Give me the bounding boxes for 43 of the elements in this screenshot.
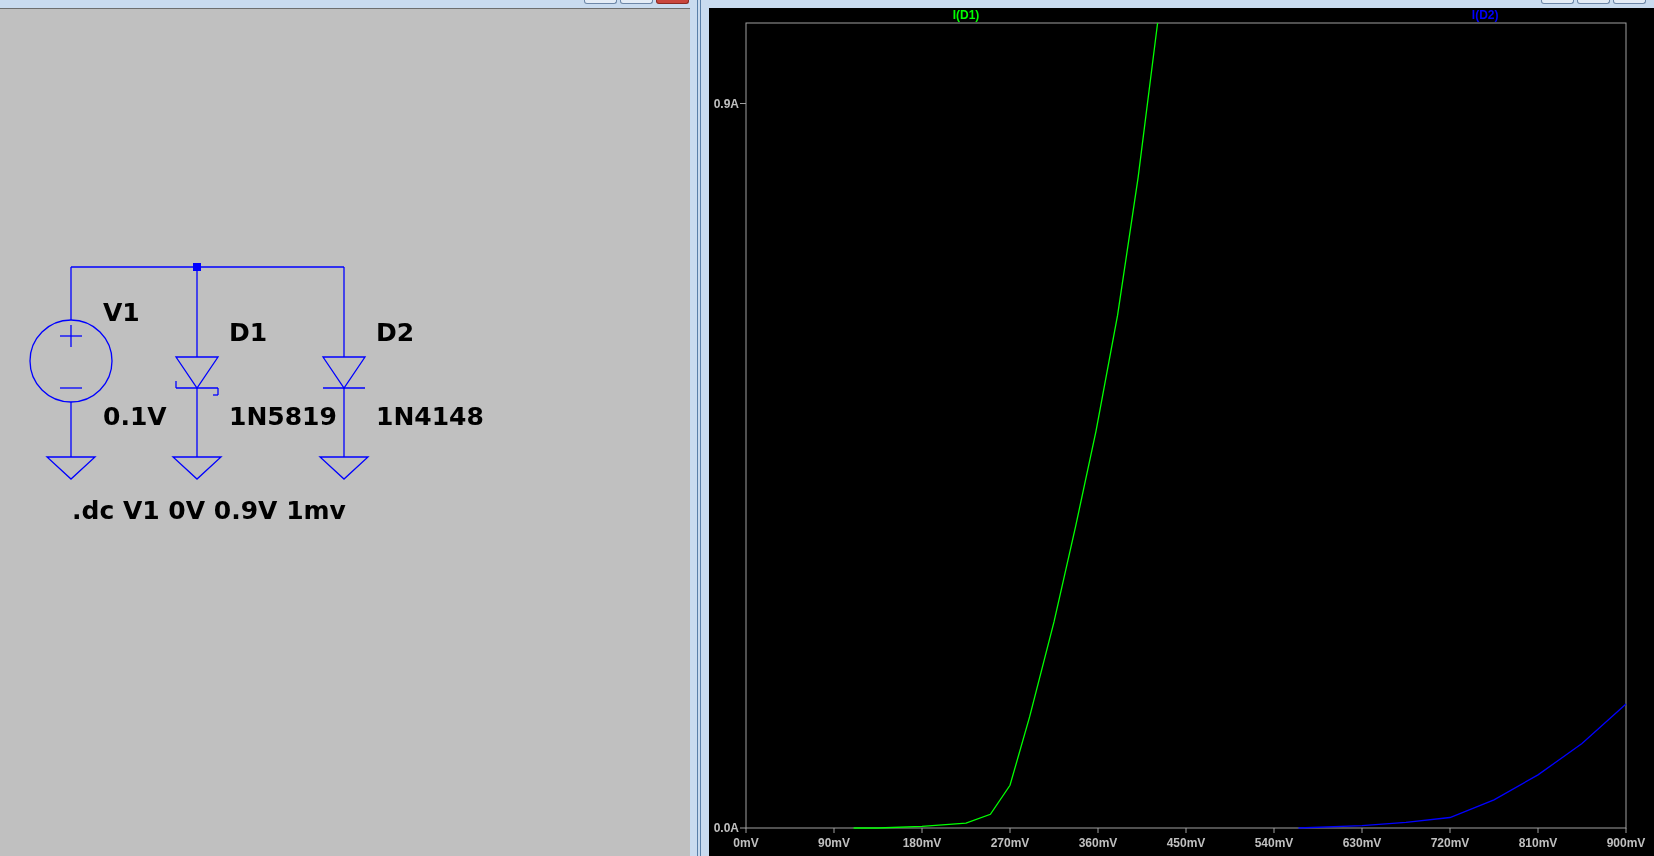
component-value: 1N4148 (376, 402, 484, 431)
axis-label: 540mV (1254, 836, 1294, 850)
x-tick (1625, 827, 1627, 834)
x-tick (745, 827, 747, 834)
close-button[interactable] (656, 0, 689, 4)
x-tick (1449, 827, 1451, 834)
component-value: 0.1V (103, 402, 167, 431)
x-tick (1009, 827, 1011, 834)
x-tick (1273, 827, 1275, 834)
axis-label: 180mV (902, 836, 942, 850)
ground-symbol (45, 456, 97, 480)
spice-directive: .dc V1 0V 0.9V 1mv (72, 496, 346, 525)
axis-label: 0mV (733, 836, 759, 850)
x-tick (833, 827, 835, 834)
x-tick (1361, 827, 1363, 834)
axis-label: 900mV (1606, 836, 1646, 850)
component-value: 1N5819 (229, 402, 337, 431)
ground-symbol (318, 456, 370, 480)
window-button[interactable] (1541, 0, 1574, 4)
axis-label: 810mV (1518, 836, 1558, 850)
x-tick (1537, 827, 1539, 834)
window-button[interactable] (1577, 0, 1610, 4)
axis-label: 630mV (1342, 836, 1382, 850)
legend-label[interactable]: I(D1) (952, 8, 980, 22)
axis-label: 720mV (1430, 836, 1470, 850)
axis-label: 90mV (818, 836, 850, 850)
axis-label: 0.9A (713, 96, 739, 111)
window-button[interactable] (620, 0, 653, 4)
axis-label: 0.0A (713, 821, 739, 835)
y-tick (739, 103, 747, 104)
component-name: D2 (376, 318, 415, 347)
x-tick (921, 827, 923, 834)
y-tick (739, 827, 747, 829)
axis-label: 360mV (1078, 836, 1118, 850)
axis-label: 450mV (1166, 836, 1206, 850)
x-tick (1185, 827, 1187, 834)
component-name: V1 (103, 298, 140, 327)
x-tick (1097, 827, 1099, 834)
axis-label: 270mV (990, 836, 1030, 850)
component-name: D1 (229, 318, 268, 347)
window-button[interactable] (1613, 0, 1646, 4)
ground-symbol (171, 456, 223, 480)
window-button[interactable] (584, 0, 617, 4)
